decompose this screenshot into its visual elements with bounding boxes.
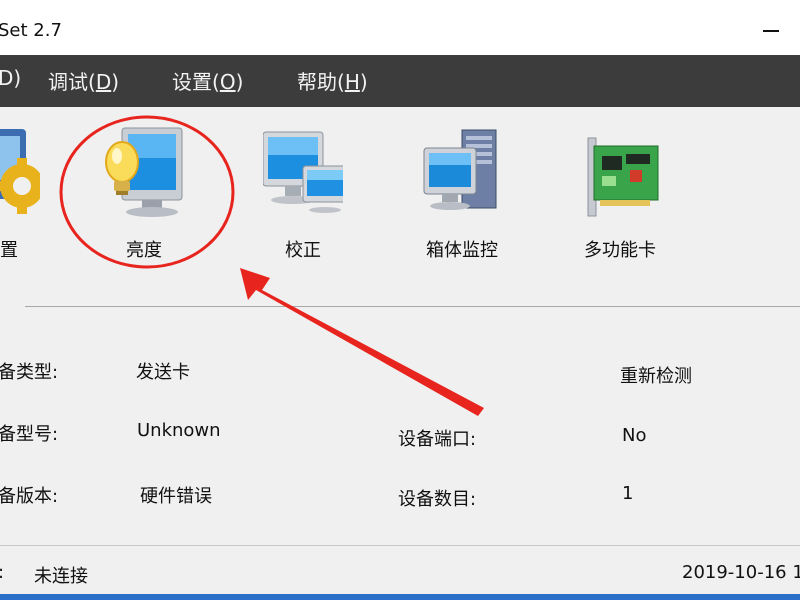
multifunction-card-icon [587, 137, 659, 217]
connection-status: 未连接 [34, 566, 88, 587]
toolbar-multifunction-card-label: 多功能卡 [584, 240, 656, 261]
annotation-arrow [240, 268, 484, 416]
section-divider [25, 306, 800, 307]
device-port-label: 设备端口: [398, 429, 477, 450]
gear-icon [0, 129, 40, 214]
device-version-value: 硬件错误 [140, 486, 212, 507]
toolbar-calibration-label: 校正 [285, 240, 321, 261]
redetect-button[interactable]: 重新检测 [620, 362, 692, 388]
window-title: Set 2.7 [0, 20, 62, 41]
toolbar-calibration[interactable]: 校正 [243, 116, 363, 266]
brightness-bulb-monitor-icon [105, 127, 183, 217]
menu-bar: D) 调试(D) 设置(O) 帮助(H) [0, 55, 800, 107]
title-bar: Set 2.7 [0, 0, 800, 56]
menu-item-settings[interactable]: 设置(O) [172, 66, 243, 95]
toolbar-brightness-label: 亮度 [126, 240, 162, 261]
device-count-value: 1 [622, 483, 634, 504]
toolbar-multifunction-card[interactable]: 多功能卡 [560, 116, 680, 266]
minimize-button[interactable] [752, 10, 792, 46]
device-version-label: 备版本: [0, 486, 59, 507]
device-count-label: 设备数目: [398, 489, 477, 510]
toolbar-cabinet-monitor[interactable]: 箱体监控 [402, 116, 522, 266]
status-divider [0, 545, 800, 546]
device-type-value: 发送卡 [136, 362, 190, 383]
toolbar-cabinet-monitor-label: 箱体监控 [426, 240, 498, 261]
menu-item-debug[interactable]: 调试(D) [48, 66, 119, 95]
window-bottom-border [0, 594, 800, 600]
menu-item-help[interactable]: 帮助(H) [297, 66, 368, 95]
device-port-value: No [622, 425, 647, 446]
toolbar-config[interactable]: 配置 [0, 116, 60, 266]
status-bar: : 未连接 2019-10-16 1 [0, 552, 800, 592]
minimize-icon [763, 30, 779, 32]
calibration-monitor-icon [263, 131, 343, 213]
cabinet-monitor-icon [423, 129, 497, 210]
device-type-label: 备类型: [0, 362, 59, 383]
status-datetime: 2019-10-16 1 [682, 562, 800, 583]
toolbar-brightness[interactable]: 亮度 [84, 116, 204, 266]
status-prefix: : [0, 562, 4, 583]
toolbar-config-label: 配置 [0, 240, 18, 261]
device-model-label: 备型号: [0, 424, 59, 445]
device-model-value: Unknown [137, 420, 221, 441]
menu-item-partial[interactable]: D) [0, 66, 21, 90]
